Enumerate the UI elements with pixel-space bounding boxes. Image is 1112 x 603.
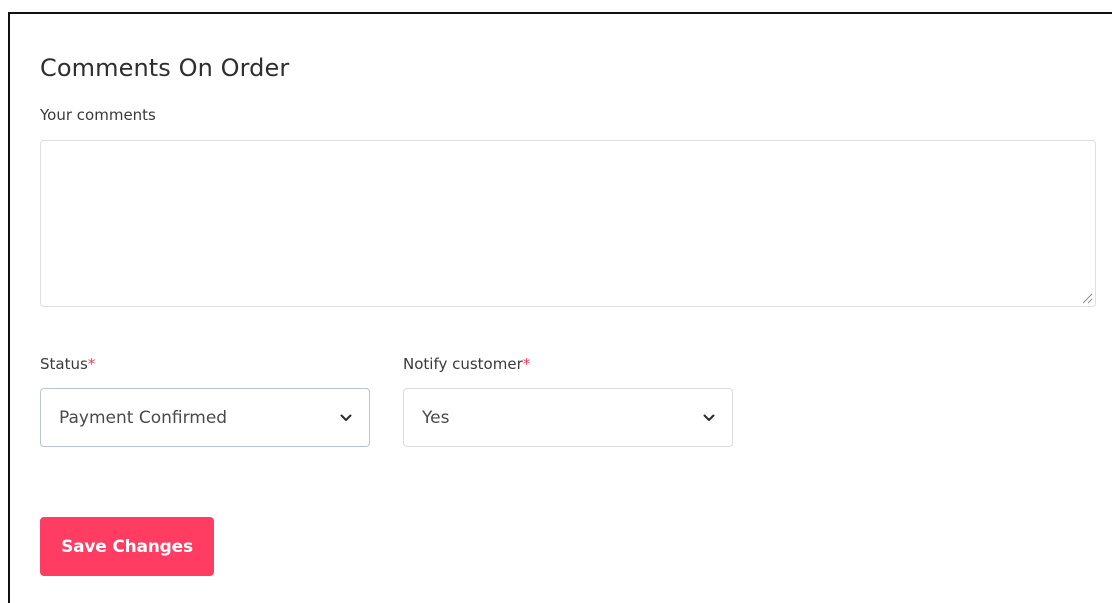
- content-panel: [8, 12, 1112, 603]
- comments-textarea[interactable]: [40, 140, 1096, 307]
- notify-customer-label: Notify customer*: [403, 355, 530, 373]
- required-mark: *: [522, 355, 531, 373]
- required-mark: *: [87, 355, 96, 373]
- status-select-value: Payment Confirmed: [59, 407, 228, 428]
- comments-label: Your comments: [40, 106, 156, 124]
- notify-customer-label-text: Notify customer: [403, 355, 523, 373]
- status-select[interactable]: Payment Confirmed: [40, 388, 370, 447]
- resize-grip-icon[interactable]: [1081, 292, 1093, 304]
- comments-label-text: Your comments: [40, 106, 156, 124]
- save-changes-button[interactable]: Save Changes: [40, 517, 214, 576]
- status-label: Status*: [40, 355, 95, 373]
- notify-customer-select-value: Yes: [422, 407, 450, 428]
- page-title: Comments On Order: [40, 54, 290, 82]
- chevron-down-icon: [339, 411, 353, 425]
- chevron-down-icon: [702, 411, 716, 425]
- status-label-text: Status: [40, 355, 88, 373]
- notify-customer-select[interactable]: Yes: [403, 388, 733, 447]
